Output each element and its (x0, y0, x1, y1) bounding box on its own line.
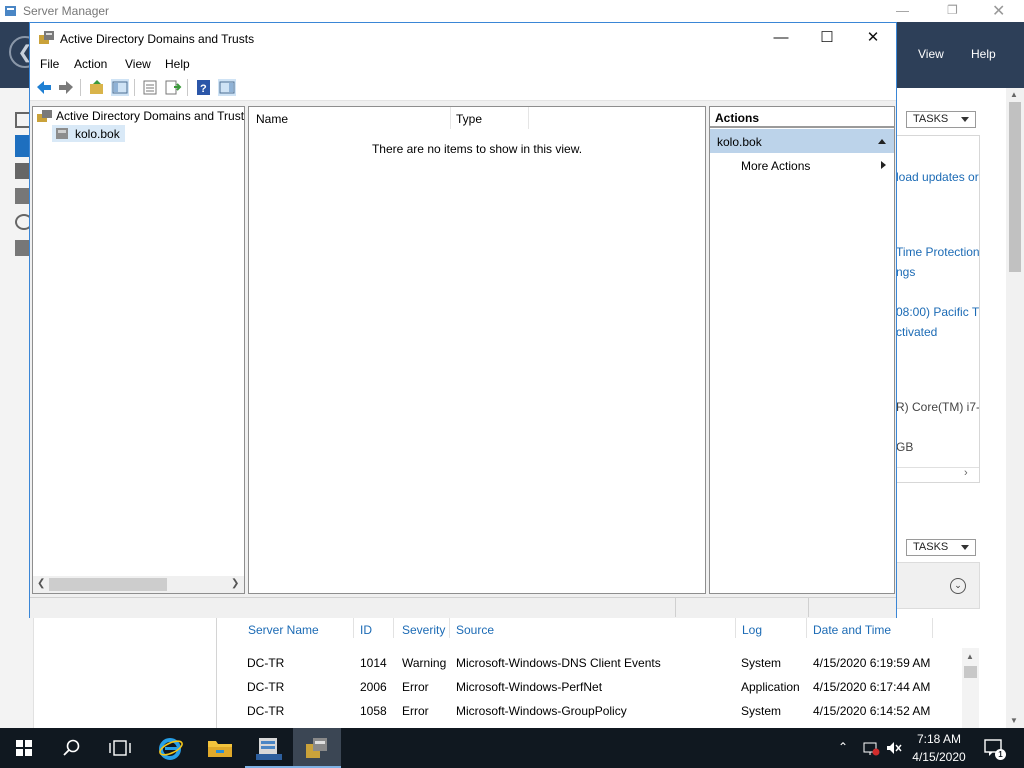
close-button[interactable]: ✕ (850, 23, 896, 54)
sm-title-bar: Server Manager — ❐ ✕ (0, 0, 1024, 22)
col-name[interactable]: Name (256, 112, 288, 126)
domain-icon (56, 128, 68, 139)
menu-file[interactable]: File (40, 57, 59, 71)
col-date-time[interactable]: Date and Time (813, 623, 891, 637)
menu-action[interactable]: Action (74, 57, 107, 71)
console-tree (32, 106, 245, 594)
properties-icon[interactable] (141, 79, 159, 96)
col-type[interactable]: Type (456, 112, 482, 126)
server-manager-taskbar-icon[interactable] (256, 736, 282, 762)
help-icon[interactable]: ? (195, 79, 213, 96)
table-row[interactable]: DC-TR 1058 Error Microsoft-Windows-Group… (242, 704, 962, 728)
scroll-up-icon[interactable]: ▲ (1010, 90, 1018, 99)
actions-title: Actions (715, 111, 760, 125)
ad-domains-icon (39, 31, 54, 44)
scroll-down-icon[interactable]: ▼ (1010, 716, 1018, 725)
toolbar (30, 74, 896, 101)
tasks-button-events[interactable]: TASKS (906, 539, 976, 556)
table-row[interactable]: DC-TR 1014 Warning Microsoft-Windows-DNS… (242, 656, 962, 680)
maximize-button[interactable]: ☐ (804, 23, 850, 54)
col-id[interactable]: ID (360, 623, 372, 637)
events-scroll-thumb[interactable] (964, 666, 977, 678)
menu-help[interactable]: Help (165, 57, 190, 71)
menu-view[interactable]: View (125, 57, 151, 71)
tree-scroll-thumb[interactable] (49, 578, 167, 591)
panel-text: R) Core(TM) i7-4 (896, 400, 979, 414)
forward-arrow-icon[interactable] (57, 79, 75, 96)
panel-link[interactable]: ctivated (896, 325, 979, 339)
ad-domains-icon (37, 110, 52, 122)
menu-bar (30, 54, 896, 74)
col-source[interactable]: Source (456, 623, 494, 637)
table-row[interactable]: DC-TR 2006 Error Microsoft-Windows-PerfN… (242, 680, 962, 704)
show-hide-console-tree-icon[interactable] (111, 79, 129, 96)
more-actions-item[interactable]: More Actions (741, 159, 810, 173)
up-folder-icon[interactable] (88, 79, 106, 96)
chevron-right-icon[interactable]: › (964, 467, 968, 479)
collapse-arrow-icon[interactable] (878, 139, 886, 144)
panel-link[interactable]: Time Protection: (896, 245, 979, 259)
search-icon[interactable] (63, 739, 81, 757)
scroll-left-icon[interactable]: ❮ (37, 578, 45, 589)
export-list-icon[interactable] (164, 79, 182, 96)
sm-menu-view[interactable]: View (918, 47, 944, 61)
scroll-up-icon[interactable]: ▲ (966, 652, 974, 661)
submenu-arrow-icon (881, 161, 886, 169)
panel-link[interactable]: ngs (896, 265, 979, 279)
ad-window-title: Active Directory Domains and Trusts (60, 32, 255, 46)
task-view-icon[interactable] (109, 739, 131, 757)
minimize-button[interactable]: — (758, 23, 804, 54)
sm-minimize-button[interactable]: — (896, 3, 909, 18)
ad-domains-trusts-window: Active Directory Domains and Trusts — ☐ … (29, 22, 897, 618)
ad-domains-taskbar-icon (306, 738, 327, 758)
network-icon[interactable] (862, 740, 880, 756)
events-table: Server Name ID Severity Source Log Date … (242, 618, 979, 728)
windows-start-icon[interactable] (16, 740, 32, 756)
file-explorer-icon[interactable] (207, 738, 233, 758)
sm-title: Server Manager (23, 4, 110, 18)
internet-explorer-icon[interactable] (158, 736, 184, 760)
events-filter-bar (896, 562, 980, 609)
svg-text:?: ? (200, 83, 207, 95)
sm-scroll-thumb[interactable] (1009, 102, 1021, 272)
expand-chevron-icon[interactable]: ⌄ (950, 578, 966, 594)
panel-link[interactable]: load updates or (896, 170, 979, 184)
volume-muted-icon[interactable] (885, 740, 903, 756)
result-pane (248, 106, 706, 594)
show-hidden-icons-chevron-icon[interactable]: ⌃ (838, 740, 848, 754)
back-arrow-icon[interactable] (35, 79, 53, 96)
actions-pane (709, 106, 895, 594)
tasks-button-properties[interactable]: TASKS (906, 111, 976, 128)
sm-restore-button[interactable]: ❐ (947, 3, 958, 17)
clock-date[interactable]: 4/15/2020 (906, 750, 972, 764)
empty-list-message: There are no items to show in this view. (371, 142, 583, 156)
sm-close-button[interactable]: ✕ (992, 1, 1005, 21)
panel-link[interactable]: 08:00) Pacific Ti (896, 305, 979, 319)
notification-count-badge: 1 (995, 749, 1006, 760)
ad-title-bar[interactable]: Active Directory Domains and Trusts — ☐ … (30, 23, 896, 54)
clock-time[interactable]: 7:18 AM (913, 732, 965, 746)
server-manager-icon (5, 6, 16, 16)
scroll-right-icon[interactable]: ❯ (231, 578, 239, 589)
show-hide-action-pane-icon[interactable] (218, 79, 236, 96)
panel-text: GB (896, 440, 914, 454)
actions-group-label: kolo.bok (717, 135, 762, 149)
col-severity[interactable]: Severity (402, 623, 445, 637)
col-server-name[interactable]: Server Name (248, 623, 319, 637)
sm-menu-help[interactable]: Help (971, 47, 996, 61)
tree-node-domain[interactable]: kolo.bok (75, 127, 120, 141)
col-log[interactable]: Log (742, 623, 762, 637)
tree-root-node[interactable]: Active Directory Domains and Trust (56, 109, 244, 123)
status-bar (30, 597, 896, 618)
